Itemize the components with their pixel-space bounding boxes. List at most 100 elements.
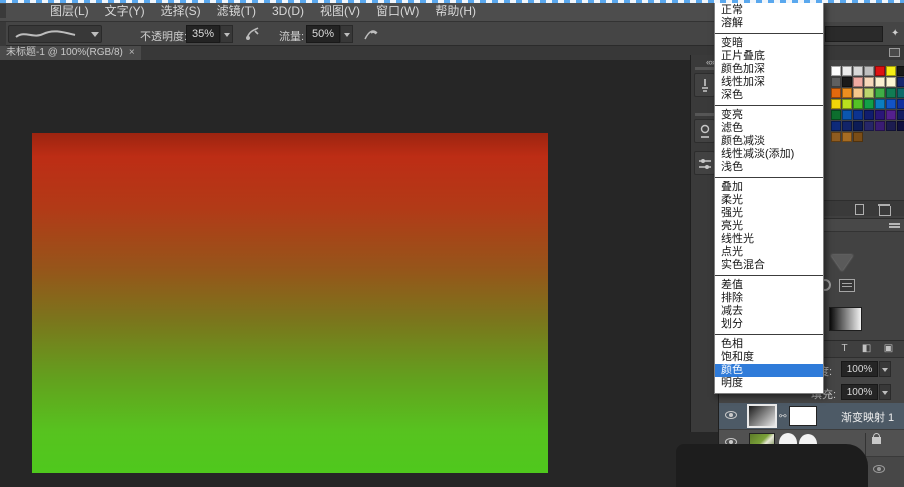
close-icon[interactable]: × [129, 47, 135, 58]
color-swatch[interactable] [864, 110, 874, 120]
blend-mode-item[interactable]: 颜色加深 [715, 63, 823, 76]
menu-item[interactable]: 图层(L) [42, 0, 97, 22]
collapse-dock-icon[interactable]: «» [706, 57, 714, 67]
flow-dropdown-button[interactable] [340, 25, 353, 43]
color-swatch[interactable] [853, 88, 863, 98]
blend-mode-item[interactable]: 强光 [715, 207, 823, 220]
blend-mode-item[interactable]: 饱和度 [715, 351, 823, 364]
color-swatch[interactable] [831, 99, 841, 109]
color-swatch[interactable] [842, 121, 852, 131]
color-swatch[interactable] [897, 110, 904, 120]
gradient-map-thumbnail[interactable] [749, 406, 775, 426]
document-tab[interactable]: 未标题-1 @ 100%(RGB/8)× [0, 46, 141, 60]
layers-opacity-value[interactable]: 100% [841, 361, 878, 377]
blend-mode-item[interactable]: 差值 [715, 279, 823, 292]
color-swatch[interactable] [831, 110, 841, 120]
layer-name[interactable]: 渐变映射 1 [841, 409, 894, 425]
color-swatch[interactable] [875, 66, 885, 76]
airbrush-toggle-icon[interactable] [362, 25, 380, 43]
color-swatch[interactable] [842, 132, 852, 142]
color-swatch[interactable] [853, 66, 863, 76]
blend-mode-item[interactable]: 线性减淡(添加) [715, 148, 823, 161]
color-swatch[interactable] [886, 99, 896, 109]
panel-icon-adjustments[interactable] [694, 151, 715, 175]
color-swatch[interactable] [875, 77, 885, 87]
color-swatch[interactable] [897, 77, 904, 87]
gradient-preview-bar[interactable] [829, 307, 862, 331]
menu-item[interactable]: 帮助(H) [427, 0, 484, 22]
blend-mode-item[interactable]: 溶解 [715, 17, 823, 30]
color-swatch[interactable] [864, 88, 874, 98]
color-swatch[interactable] [842, 88, 852, 98]
color-swatch[interactable] [853, 132, 863, 142]
color-swatch[interactable] [886, 121, 896, 131]
eye-icon[interactable] [725, 411, 737, 419]
color-swatch[interactable] [886, 66, 896, 76]
layers-fill-dropdown[interactable] [879, 384, 891, 400]
blend-mode-item[interactable]: 实色混合 [715, 259, 823, 272]
color-swatch[interactable] [864, 77, 874, 87]
color-swatch[interactable] [853, 121, 863, 131]
blend-mode-item[interactable]: 明度 [715, 377, 823, 390]
filter-type-text-icon[interactable]: T [837, 343, 852, 355]
brush-preset-picker[interactable] [8, 25, 102, 43]
menu-item[interactable]: 选择(S) [153, 0, 209, 22]
color-swatch[interactable] [842, 99, 852, 109]
panel-icon-brush[interactable] [694, 73, 715, 97]
color-swatch[interactable] [831, 77, 841, 87]
blend-mode-item[interactable]: 浅色 [715, 161, 823, 174]
color-swatch[interactable] [831, 121, 841, 131]
blend-mode-item[interactable]: 正常 [715, 4, 823, 17]
blend-mode-item[interactable]: 排除 [715, 292, 823, 305]
color-swatch[interactable] [897, 121, 904, 131]
color-swatch[interactable] [897, 88, 904, 98]
blend-mode-item[interactable]: 色相 [715, 338, 823, 351]
color-swatch[interactable] [875, 99, 885, 109]
color-swatch[interactable] [853, 99, 863, 109]
blend-mode-item[interactable]: 颜色减淡 [715, 135, 823, 148]
color-swatch[interactable] [853, 110, 863, 120]
color-swatch[interactable] [842, 110, 852, 120]
new-swatch-icon[interactable] [855, 204, 864, 215]
opacity-value[interactable]: 35% [186, 25, 220, 43]
color-swatch[interactable] [875, 88, 885, 98]
color-swatch[interactable] [831, 132, 841, 142]
blend-mode-item[interactable]: 变亮 [715, 109, 823, 122]
menu-item[interactable]: 视图(V) [312, 0, 368, 22]
color-swatch[interactable] [853, 77, 863, 87]
menu-item[interactable]: 3D(D) [264, 0, 312, 22]
blend-mode-item[interactable]: 点光 [715, 246, 823, 259]
blend-mode-item[interactable]: 变暗 [715, 37, 823, 50]
blend-mode-item[interactable]: 线性加深 [715, 76, 823, 89]
color-swatch[interactable] [842, 77, 852, 87]
color-swatch[interactable] [831, 88, 841, 98]
color-swatch[interactable] [875, 110, 885, 120]
canvas-gradient-image[interactable] [32, 133, 548, 473]
color-swatch[interactable] [842, 66, 852, 76]
layer-mask-thumbnail[interactable] [789, 406, 817, 426]
blend-mode-item[interactable]: 柔光 [715, 194, 823, 207]
filter-shape-icon[interactable]: ▣ [881, 343, 896, 355]
panel-menu-icon[interactable] [889, 223, 900, 225]
menu-item[interactable]: 文字(Y) [97, 0, 153, 22]
color-swatch[interactable] [864, 121, 874, 131]
color-swatch[interactable] [886, 110, 896, 120]
filter-adjustment-icon[interactable]: ◧ [859, 343, 874, 355]
arrange-documents-icon[interactable] [889, 48, 900, 57]
menu-item[interactable]: 窗口(W) [368, 0, 427, 22]
color-swatch[interactable] [831, 66, 841, 76]
layer-row-gradient-map[interactable]: ⚯ 渐变映射 1 [719, 403, 904, 429]
color-swatch[interactable] [875, 121, 885, 131]
airbrush-icon[interactable] [243, 25, 261, 43]
menu-item[interactable]: 滤镜(T) [209, 0, 264, 22]
color-swatch[interactable] [897, 99, 904, 109]
color-swatch[interactable] [886, 88, 896, 98]
blend-mode-item[interactable]: 正片叠底 [715, 50, 823, 63]
blend-mode-item[interactable]: 减去 [715, 305, 823, 318]
blend-mode-item[interactable]: 深色 [715, 89, 823, 102]
color-swatch[interactable] [886, 77, 896, 87]
blend-mode-item[interactable]: 亮光 [715, 220, 823, 233]
opacity-dropdown-button[interactable] [220, 25, 233, 43]
blend-mode-item[interactable]: 滤色 [715, 122, 823, 135]
color-swatch[interactable] [864, 66, 874, 76]
